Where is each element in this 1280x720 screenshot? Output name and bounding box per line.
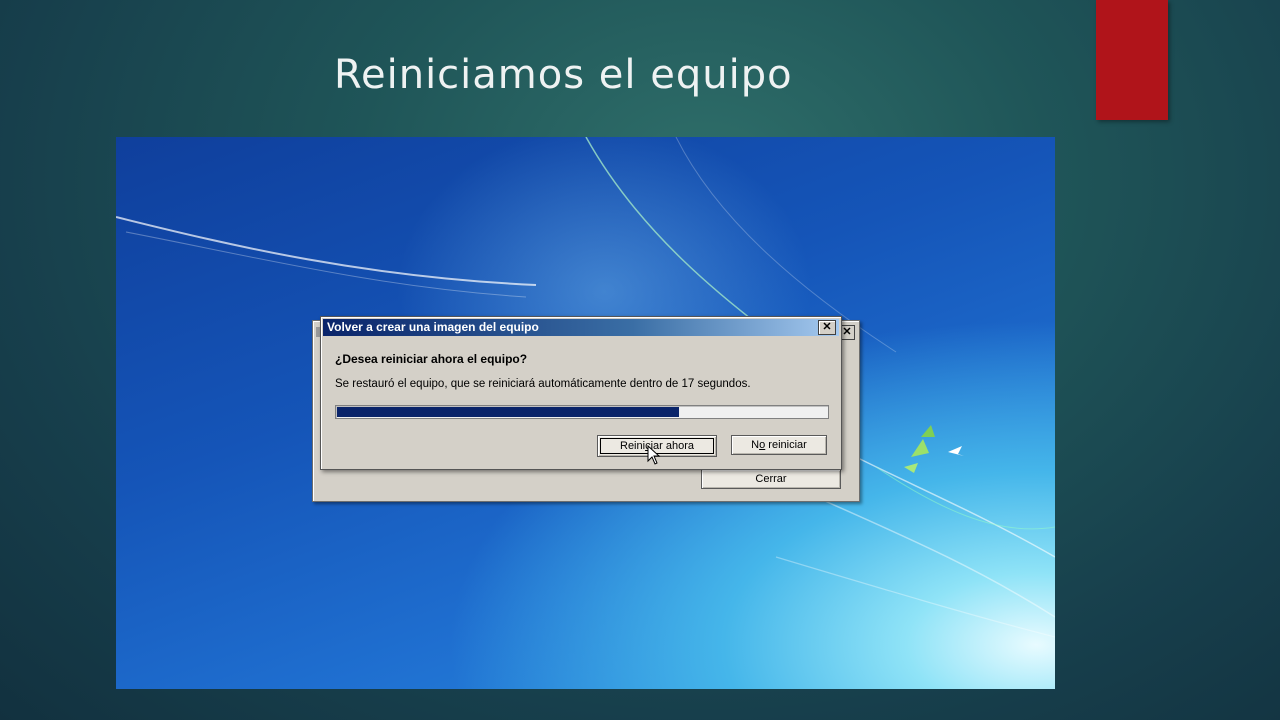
dialog-close-icon[interactable]: ✕ bbox=[818, 320, 836, 335]
restart-label-pre: Reini bbox=[620, 440, 646, 452]
no-restart-label-post: reiniciar bbox=[765, 439, 807, 451]
progress-fill bbox=[337, 407, 680, 417]
dialog-question: ¿Desea reiniciar ahora el equipo? bbox=[335, 352, 528, 366]
desktop-screenshot: ✕ Cerrar Volver a crear una imagen del e… bbox=[116, 137, 1055, 689]
dialog-title: Volver a crear una imagen del equipo bbox=[327, 320, 539, 334]
no-restart-button[interactable]: No reiniciar bbox=[731, 435, 827, 455]
restart-dialog: Volver a crear una imagen del equipo ✕ ¿… bbox=[320, 316, 842, 470]
slide-title: Reiniciamos el equipo bbox=[334, 52, 793, 98]
dialog-message: Se restauró el equipo, que se reiniciará… bbox=[335, 378, 751, 390]
no-restart-label-pre: N bbox=[751, 439, 760, 451]
arrow-cursor-icon bbox=[647, 445, 661, 465]
dialog-titlebar: Volver a crear una imagen del equipo ✕ bbox=[323, 319, 839, 336]
red-accent-tab bbox=[1096, 0, 1168, 120]
restart-progress-bar bbox=[335, 405, 829, 419]
close-button[interactable]: Cerrar bbox=[701, 469, 841, 489]
